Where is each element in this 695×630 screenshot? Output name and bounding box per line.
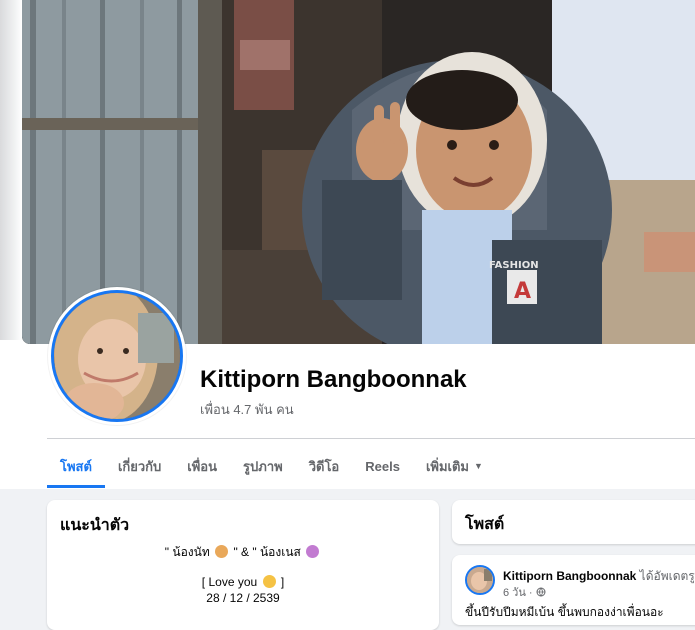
cover-edge-shadow [0,0,22,340]
post-author-name[interactable]: Kittiporn Bangboonnak [503,569,636,583]
intro-birthdate: 28 / 12 / 2539 [206,591,280,605]
kiss-emoji-icon [262,575,276,588]
friends-count-link[interactable]: เพื่อน 4.7 พัน คน [200,399,294,420]
tab-posts-label: โพสต์ [60,458,92,474]
tab-friends[interactable]: เพื่อน [174,444,230,488]
post-action-text: ได้อัพเดตรูป [639,569,695,583]
svg-text:FASHION: FASHION [489,260,539,271]
tab-more-label: เพิ่มเติม [425,458,469,474]
intro-love-end: ] [280,575,285,589]
intro-title: แนะนำตัว [60,517,130,534]
svg-text:A: A [514,279,531,304]
post-meta: 6 วัน · [503,583,546,601]
post-author-avatar-image [467,567,493,593]
profile-picture[interactable] [51,290,183,422]
post-author-avatar[interactable] [465,565,495,595]
posts-header-card: โพสต์ [452,500,695,544]
post-text-snippet: ขึ้นปีรับปีมหมีเบ้น ขึ้นพบกองง่าเพื่อนอะ [465,605,664,619]
tab-videos[interactable]: วิดีโอ [296,444,353,488]
profile-picture-image [54,293,180,419]
header-divider [47,438,695,439]
tab-reels[interactable]: Reels [352,444,413,488]
posts-title: โพสต์ [465,516,505,533]
intro-bio-text-a: " น้องนัท [164,545,210,559]
intro-bio-text-b: " & " น้องเนส [233,545,301,559]
intro-card: แนะนำตัว " น้องนัท " & " น้องเนส [ Love … [47,500,439,630]
intro-love-text: [ Love you [201,575,258,589]
tab-friends-label: เพื่อน [187,458,218,474]
tab-photos[interactable]: รูปภาพ [230,444,296,488]
profile-tabs: โพสต์ เกี่ยวกับ เพื่อน รูปภาพ วิดีโอ Ree… [47,444,496,488]
boy-emoji-icon [215,545,229,558]
tab-posts[interactable]: โพสต์ [47,444,105,488]
tab-more[interactable]: เพิ่มเติม ▼ [413,444,496,488]
girl-emoji-icon [306,545,320,558]
tab-photos-label: รูปภาพ [243,458,283,474]
post-card: Kittiporn Bangboonnak ได้อัพเดตรูป 6 วัน… [452,555,695,625]
globe-icon [536,587,546,597]
post-timestamp[interactable]: 6 วัน · [503,587,533,599]
intro-bio-line-2: [ Love you ] [47,575,439,589]
intro-bio-line-1: " น้องนัท " & " น้องเนส [47,543,439,562]
tab-reels-label: Reels [365,458,400,474]
tab-about-label: เกี่ยวกับ [117,458,162,474]
caret-down-icon: ▼ [474,461,483,471]
tab-videos-label: วิดีโอ [308,458,340,474]
tab-about[interactable]: เกี่ยวกับ [105,444,174,488]
profile-name: Kittiporn Bangboonnak [200,366,467,393]
